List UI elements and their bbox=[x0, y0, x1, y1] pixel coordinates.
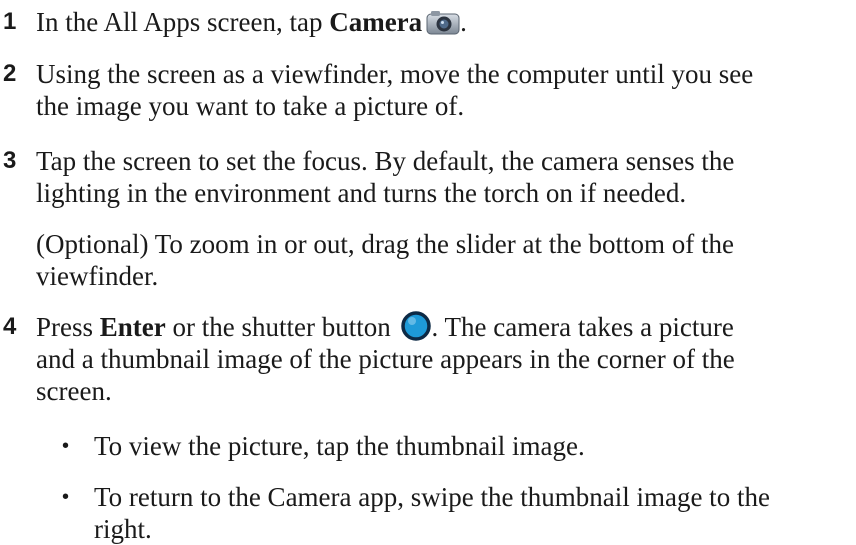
bullet-marker: • bbox=[62, 435, 70, 457]
enter-key-term: Enter bbox=[99, 312, 166, 342]
bullet-marker: • bbox=[62, 486, 70, 508]
step-text: Tap the screen to set the focus. By defa… bbox=[36, 146, 735, 208]
step-number: 2 bbox=[3, 60, 17, 87]
step-number: 3 bbox=[3, 147, 17, 174]
camera-term: Camera bbox=[329, 7, 423, 37]
step-number: 4 bbox=[3, 313, 17, 340]
step-number: 1 bbox=[3, 8, 17, 35]
step-text: Press Enter or the shutter button . The … bbox=[36, 311, 735, 406]
document-page: 1 In the All Apps screen, tap Camera . 2 bbox=[0, 0, 856, 544]
step-text: In the All Apps screen, tap Camera . bbox=[36, 7, 467, 37]
bullet-text: To view the picture, tap the thumbnail i… bbox=[94, 431, 585, 461]
optional-text: (Optional) To zoom in or out, drag the s… bbox=[36, 229, 734, 291]
camera-icon bbox=[426, 9, 460, 35]
shutter-button-icon bbox=[401, 311, 432, 341]
step-text: Using the screen as a viewfinder, move t… bbox=[36, 59, 754, 121]
bullet-text: To return to the Camera app, swipe the t… bbox=[94, 482, 770, 544]
